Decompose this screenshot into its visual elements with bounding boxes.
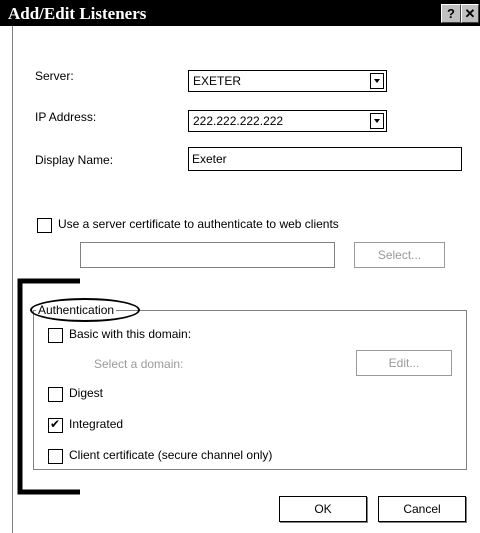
window-title: Add/Edit Listeners xyxy=(8,4,147,23)
server-combo[interactable]: EXETER xyxy=(188,70,387,92)
certificate-checkbox[interactable] xyxy=(37,218,52,233)
cancel-button[interactable]: Cancel xyxy=(378,496,466,522)
edit-button[interactable]: Edit... xyxy=(356,350,452,376)
ip-address-combo[interactable]: 222.222.222.222 xyxy=(188,110,387,132)
display-name-label: Display Name: xyxy=(35,153,114,167)
display-name-value: Exeter xyxy=(192,152,227,166)
certificate-label: Use a server certificate to authenticate… xyxy=(58,217,339,231)
close-icon[interactable]: ✕ xyxy=(461,4,479,23)
ip-address-value: 222.222.222.222 xyxy=(193,114,284,128)
server-value: EXETER xyxy=(193,74,242,88)
server-label: Server: xyxy=(35,69,74,83)
select-button[interactable]: Select... xyxy=(354,242,445,268)
ip-address-label: IP Address: xyxy=(35,110,97,124)
basic-label: Basic with this domain: xyxy=(69,327,192,341)
ok-button[interactable]: OK xyxy=(279,496,367,522)
domain-label: Select a domain: xyxy=(94,357,184,371)
display-name-field[interactable]: Exeter xyxy=(188,147,462,171)
certificate-field[interactable] xyxy=(80,242,335,268)
title-bar: Add/Edit Listeners ? ✕ xyxy=(0,0,480,26)
chevron-down-icon[interactable] xyxy=(370,73,384,89)
chevron-down-icon[interactable] xyxy=(370,113,384,129)
client-certificate-label: Client certificate (secure channel only) xyxy=(69,448,273,462)
help-icon[interactable]: ? xyxy=(441,4,461,23)
annotation-bracket xyxy=(17,278,80,495)
